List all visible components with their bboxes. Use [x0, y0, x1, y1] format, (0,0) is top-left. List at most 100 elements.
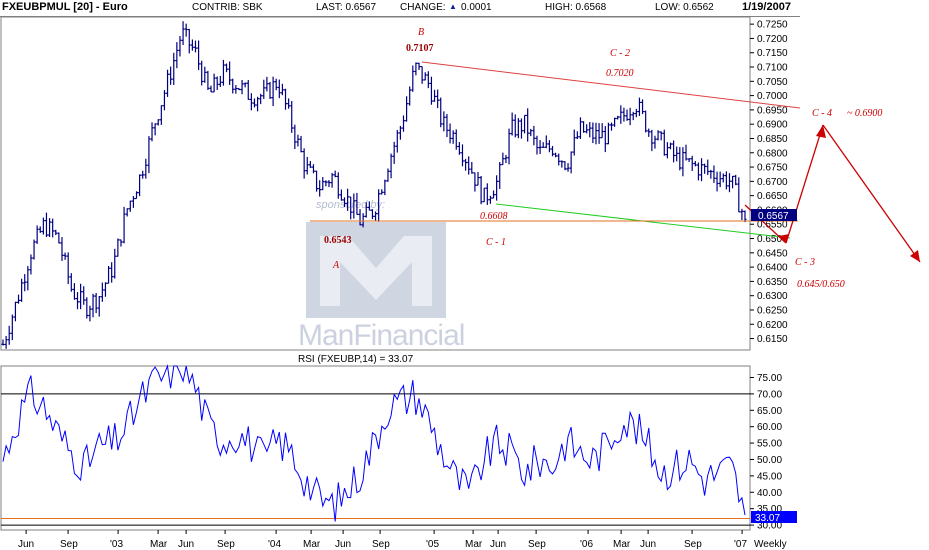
price-bar	[709, 169, 713, 179]
x-tick-label: Jun	[178, 539, 194, 550]
label-C3: C - 3	[795, 257, 815, 268]
price-bar	[451, 130, 455, 144]
price-bar	[637, 97, 641, 116]
price-bar	[681, 147, 685, 177]
price-bar	[380, 189, 384, 195]
x-tick-label: '03	[110, 539, 123, 550]
price-bar	[563, 161, 567, 171]
price-bar	[97, 295, 101, 317]
price-bar	[479, 176, 483, 205]
x-tick-label: Jun	[335, 539, 351, 550]
price-bar	[600, 123, 604, 139]
price-bar	[175, 42, 179, 69]
y-tick-label: 0.6150	[757, 334, 788, 345]
price-bar	[727, 173, 731, 193]
price-bar	[246, 79, 250, 101]
rsi-y-tick-label: 70.00	[757, 389, 782, 400]
rsi-reference-lines	[1, 393, 750, 526]
price-bar	[166, 69, 170, 97]
price-bar	[731, 175, 735, 189]
price-bar	[48, 218, 52, 237]
x-tick-label: Jun	[490, 539, 506, 550]
price-bar	[79, 283, 83, 310]
price-bar	[395, 129, 399, 153]
price-bar	[715, 171, 719, 192]
rsi-y-tick-label: 75.00	[757, 373, 782, 384]
price-bar	[128, 200, 132, 212]
price-bar	[333, 170, 337, 178]
price-bar	[547, 140, 551, 153]
value-A: 0.6543	[324, 235, 352, 246]
price-bar	[523, 114, 527, 134]
price-bar	[107, 266, 111, 284]
price-bar	[231, 78, 235, 94]
price-bar	[423, 72, 427, 81]
price-bar	[672, 140, 676, 163]
price-bar	[324, 180, 328, 187]
price-bar	[200, 60, 204, 86]
price-bar	[150, 122, 154, 142]
price-bar	[318, 180, 322, 197]
rsi-y-tick-label: 60.00	[757, 422, 782, 433]
price-bar	[544, 135, 548, 149]
price-bar	[383, 179, 387, 196]
price-bar	[13, 301, 17, 322]
price-bar	[417, 62, 421, 71]
price-bar	[398, 125, 402, 140]
x-tick-label: Sep	[60, 539, 78, 550]
price-bar	[203, 66, 207, 83]
price-bar	[243, 82, 247, 88]
price-bar	[551, 145, 555, 157]
price-bar	[225, 63, 229, 73]
price-bar	[488, 195, 492, 204]
price-bar	[594, 122, 598, 145]
price-bar	[308, 161, 312, 168]
price-bar	[665, 142, 669, 159]
price-bar	[66, 252, 70, 285]
price-bar	[94, 292, 98, 314]
price-bar	[585, 124, 589, 134]
price-bar	[299, 135, 303, 153]
y-tick-label: 0.6850	[757, 134, 788, 145]
price-bar	[591, 122, 595, 144]
rsi-y-tick-label: 65.00	[757, 406, 782, 417]
x-tick-label: Mar	[303, 539, 321, 550]
x-tick-label: '04	[268, 539, 281, 550]
price-bar	[76, 292, 80, 310]
price-bar	[678, 147, 682, 171]
price-bar	[467, 156, 471, 175]
price-bar	[141, 170, 145, 179]
price-bar	[221, 59, 225, 86]
price-bar	[392, 141, 396, 164]
price-bar	[414, 62, 418, 76]
last-price-text: 0.6567	[758, 211, 789, 222]
price-bar	[442, 111, 446, 132]
price-bar	[113, 248, 117, 279]
rsi-y-tick-label: 45.00	[757, 471, 782, 482]
value-C2: 0.7020	[606, 68, 634, 79]
price-bar	[88, 305, 92, 322]
y-tick-label: 0.6200	[757, 320, 788, 331]
price-bar	[110, 262, 114, 283]
price-bar	[271, 76, 275, 106]
price-bar	[411, 65, 415, 92]
price-bar	[82, 286, 86, 305]
price-bar	[315, 170, 319, 192]
price-bar	[634, 108, 638, 118]
label-A: A	[332, 260, 340, 271]
price-bar	[7, 325, 11, 345]
price-bar	[212, 73, 216, 93]
price-bar	[504, 154, 508, 163]
price-bar	[693, 161, 697, 167]
x-tick-label: Sep	[684, 539, 702, 550]
price-bar	[572, 129, 576, 156]
price-bar	[197, 40, 201, 71]
price-bar	[650, 129, 654, 152]
label-C4: C - 4	[812, 108, 832, 119]
y-tick-label: 0.6450	[757, 248, 788, 259]
price-bar	[69, 273, 73, 292]
price-bar	[91, 293, 95, 318]
rsi-panel-frame	[0, 365, 751, 531]
price-bar	[274, 78, 278, 91]
price-bar	[57, 232, 61, 244]
